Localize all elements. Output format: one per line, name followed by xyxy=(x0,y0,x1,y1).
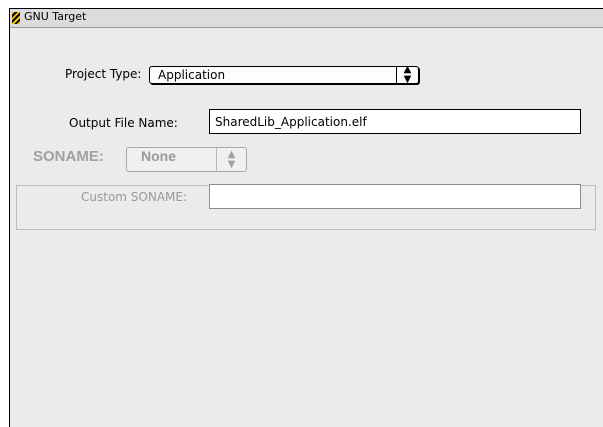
custom-soname-input[interactable] xyxy=(210,185,580,208)
title-bar: GNU Target xyxy=(10,9,603,28)
up-down-arrows-icon: ▲ ▼ xyxy=(216,148,246,171)
window-title: GNU Target xyxy=(24,10,87,23)
project-type-popup[interactable]: Application ▲ ▼ xyxy=(149,65,419,85)
custom-soname-label: Custom SONAME: xyxy=(81,190,188,204)
output-file-input[interactable] xyxy=(210,110,580,133)
soname-popup[interactable]: None ▲ ▼ xyxy=(126,147,247,172)
project-type-value: Application xyxy=(158,68,226,82)
project-type-label: Project Type: xyxy=(65,67,142,81)
soname-value: None xyxy=(141,148,176,164)
up-down-arrows-icon: ▲ ▼ xyxy=(396,65,418,85)
output-file-field[interactable] xyxy=(209,109,581,134)
soname-label: SONAME: xyxy=(33,148,104,165)
gnu-target-icon xyxy=(12,12,20,24)
custom-soname-field[interactable] xyxy=(209,184,581,209)
output-file-label: Output File Name: xyxy=(69,116,178,130)
